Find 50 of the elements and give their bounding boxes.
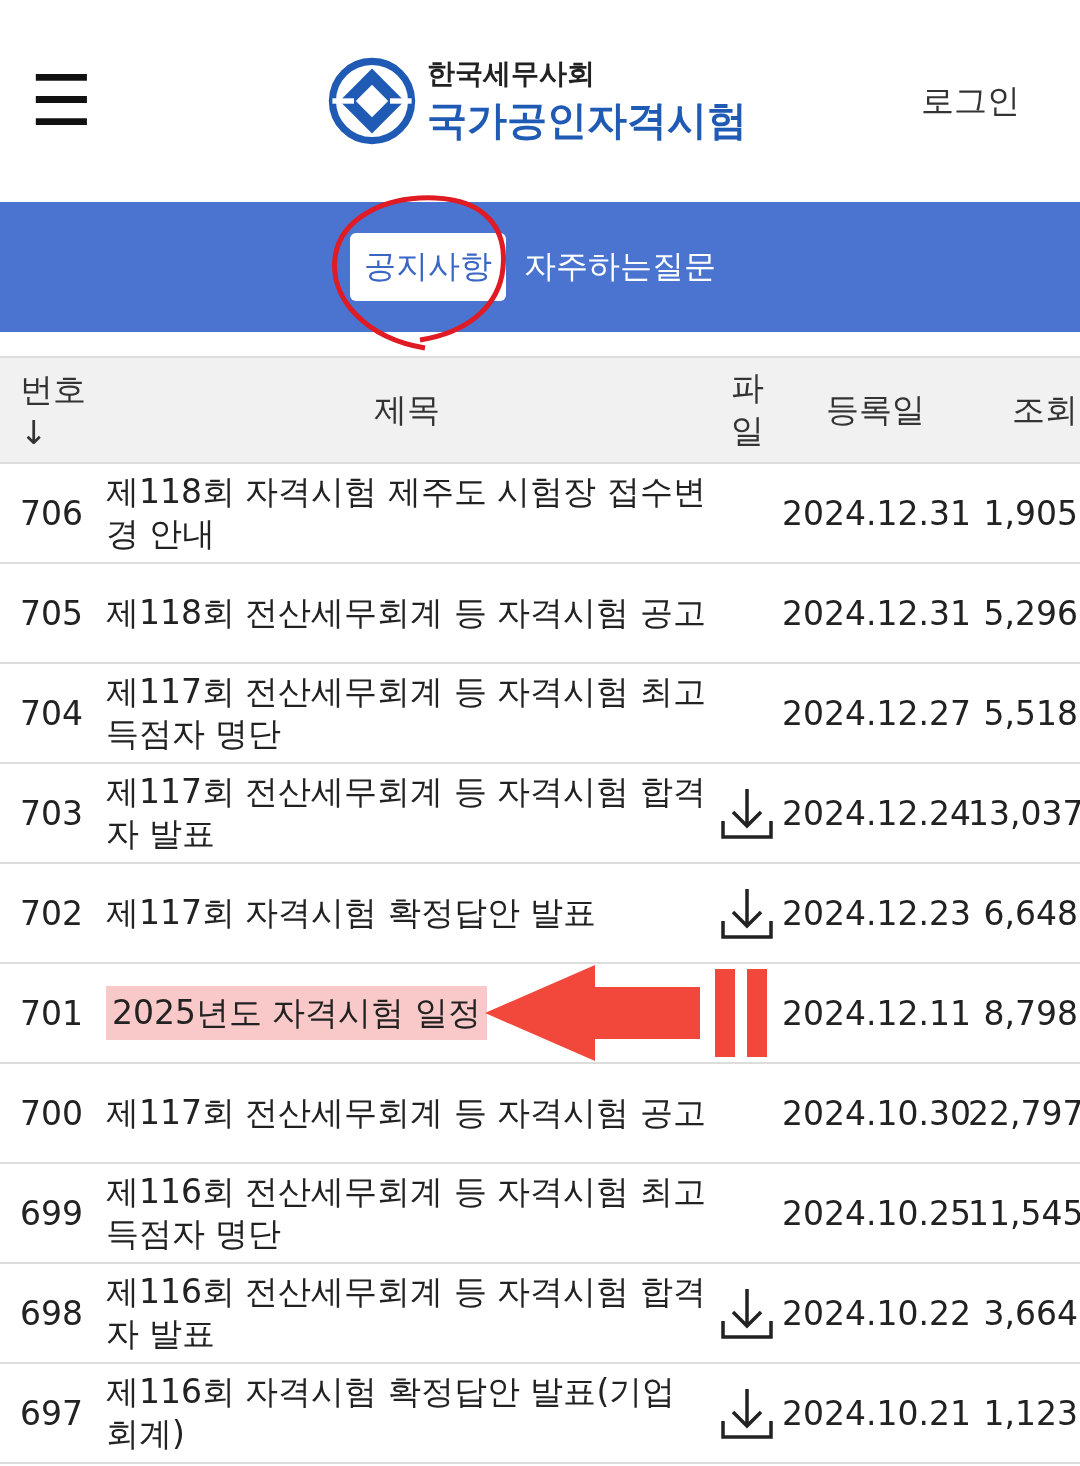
post-date: 2024.12.31 [782,593,971,633]
row-number: 700 [20,1093,83,1133]
row-number: 698 [20,1293,83,1333]
tab[interactable]: 자주하는질문 [510,233,730,301]
column-header[interactable]: 등록일 [825,389,925,429]
sort-arrow-icon[interactable]: ↓ [20,413,96,452]
post-date: 2024.10.30 [782,1093,971,1133]
view-count: 6,648 [983,893,1078,933]
row-number: 703 [20,793,83,833]
post-date: 2024.12.24 [782,793,971,833]
view-count: 1,905 [983,493,1078,533]
view-count: 5,296 [983,593,1078,633]
site-title: 국가공인자격시험 [426,95,747,145]
row-number: 699 [20,1193,83,1233]
post-date: 2024.12.31 [782,493,971,533]
post-date: 2024.12.27 [782,693,971,733]
post-title-link[interactable]: 제117회 전산세무회계 등 자격시험 공고 [106,1091,708,1135]
post-title-link[interactable]: 2025년도 자격시험 일정 [106,985,487,1041]
post-title-link[interactable]: 제118회 전산세무회계 등 자격시험 공고 [106,591,708,635]
post-title-link[interactable]: 제118회 자격시험 제주도 시험장 접수변경 안내 [106,470,708,556]
column-header[interactable]: 파일 [730,367,764,453]
logo-emblem-icon [326,56,417,146]
post-date: 2024.12.11 [782,993,971,1033]
column-header[interactable]: 번호 [20,368,96,413]
post-title-link[interactable]: 제117회 전산세무회계 등 자격시험 최고득점자 명단 [106,670,708,756]
org-name: 한국세무사회 [426,55,596,92]
post-title-link[interactable]: 제117회 전산세무회계 등 자격시험 합격자 발표 [106,770,708,856]
view-count: 1,123 [983,1393,1078,1433]
row-number: 702 [20,893,83,933]
menu-icon[interactable]: ☰ [30,66,93,136]
row-number: 705 [20,593,83,633]
post-title-link[interactable]: 제116회 자격시험 확정답안 발표(기업회계) [106,1370,708,1456]
view-count: 5,518 [983,693,1078,733]
post-date: 2024.10.21 [782,1393,971,1433]
view-count: 3,664 [983,1293,1078,1333]
login-link[interactable]: 로그인 [921,78,1020,124]
row-number: 704 [20,693,83,733]
row-number: 706 [20,493,83,533]
post-date: 2024.12.23 [782,893,971,933]
tab[interactable]: 공지사항 [350,233,506,301]
row-number: 701 [20,993,83,1033]
post-date: 2024.10.25 [782,1193,971,1233]
post-title-link[interactable]: 제116회 전산세무회계 등 자격시험 최고득점자 명단 [106,1170,708,1256]
post-title-link[interactable]: 제116회 전산세무회계 등 자격시험 합격자 발표 [106,1270,708,1356]
row-number: 697 [20,1393,83,1433]
view-count: 8,798 [983,993,1078,1033]
post-title-link[interactable]: 제117회 자격시험 확정답안 발표 [106,891,708,935]
post-date: 2024.10.22 [782,1293,971,1333]
column-header[interactable]: 조회 [1012,389,1078,429]
column-header[interactable]: 제목 [374,389,440,429]
